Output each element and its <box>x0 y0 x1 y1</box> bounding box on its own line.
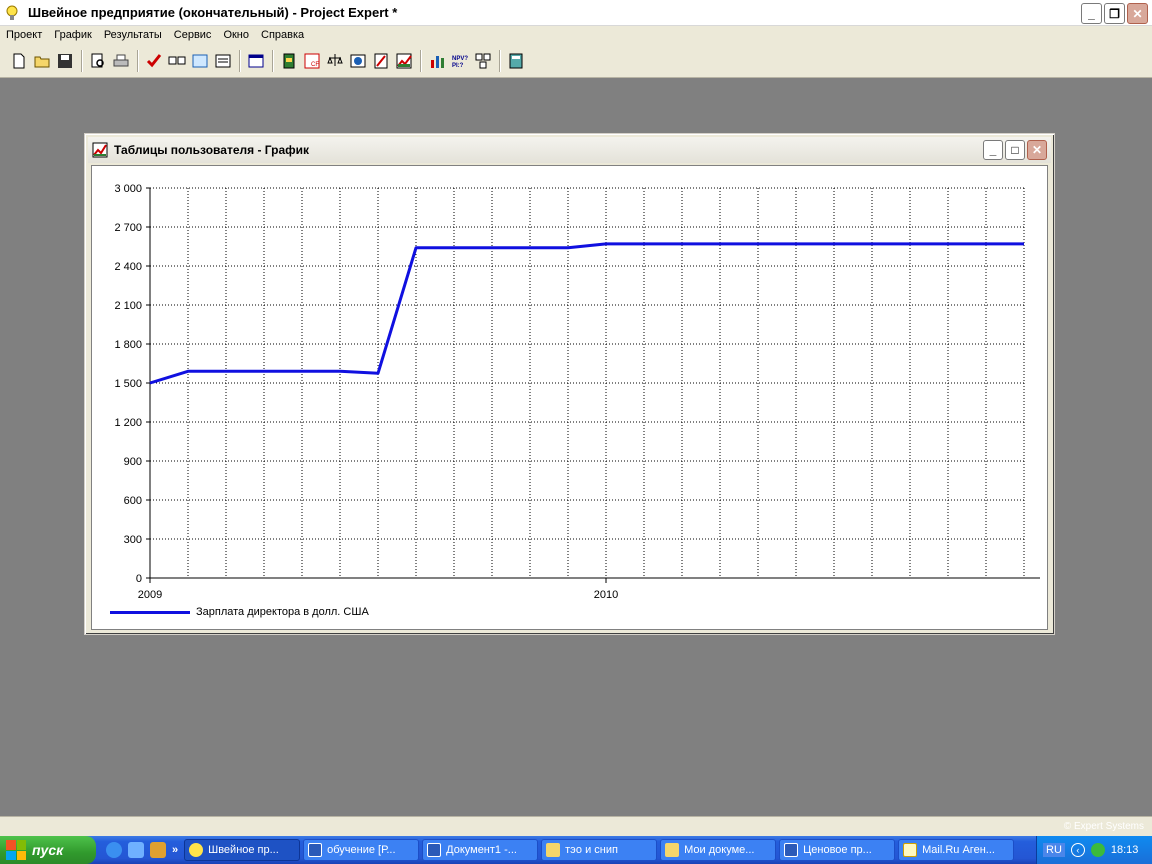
app-title-bar: Швейное предприятие (окончательный) - Pr… <box>0 0 1152 26</box>
windows-logo-icon <box>6 840 26 860</box>
system-tray: RU ‹ 18:13 <box>1036 836 1152 864</box>
legend-label: Зарплата директора в долл. США <box>196 606 369 618</box>
internet-explorer-icon[interactable] <box>106 842 122 858</box>
close-button[interactable]: ✕ <box>1127 3 1148 24</box>
task-word-pricing[interactable]: Ценовое пр... <box>779 839 896 861</box>
word-icon <box>427 843 442 857</box>
menu-results[interactable]: Результаты <box>98 29 168 41</box>
quick-launch-more-icon[interactable]: » <box>172 844 178 856</box>
task-word-training[interactable]: обучение [Р... <box>303 839 420 861</box>
chart-legend: Зарплата директора в долл. США <box>110 606 369 618</box>
y-tick-label: 2 400 <box>114 261 142 273</box>
line-chart: 3 000 2 700 2 400 2 100 1 800 1 500 1 200 900 60… <box>114 183 1040 601</box>
y-tick-label: 2 100 <box>114 300 142 312</box>
structure-icon[interactable] <box>472 50 494 72</box>
y-tick-label: 300 <box>124 534 142 546</box>
app-title: Швейное предприятие (окончательный) - Pr… <box>28 5 398 20</box>
folder-icon <box>665 843 680 857</box>
compare-icon[interactable] <box>166 50 188 72</box>
start-label: пуск <box>32 842 64 858</box>
save-icon[interactable] <box>54 50 76 72</box>
task-folder-teo[interactable]: тэо и снип <box>541 839 658 861</box>
lightbulb-icon <box>4 4 20 22</box>
status-bar: © Expert Systems <box>0 816 1152 836</box>
globe-icon[interactable] <box>347 50 369 72</box>
child-maximize-button[interactable]: □ <box>1005 140 1025 160</box>
minimize-button[interactable]: _ <box>1081 3 1102 24</box>
refresh-icon[interactable] <box>189 50 211 72</box>
check-icon[interactable] <box>143 50 165 72</box>
task-my-documents[interactable]: Мои докуме... <box>660 839 777 861</box>
chart-plot: 3 000 2 700 2 400 2 100 1 800 1 500 1 200 900 60… <box>91 165 1048 630</box>
svg-text:NPV?: NPV? <box>452 56 468 62</box>
quick-launch <box>106 842 166 858</box>
chart-icon[interactable] <box>393 50 415 72</box>
x-tick-label: 2009 <box>138 589 162 601</box>
print-icon[interactable] <box>110 50 132 72</box>
copyright-text: © Expert Systems <box>1063 821 1144 832</box>
y-tick-label: 1 200 <box>114 417 142 429</box>
network-icon[interactable] <box>1090 843 1105 857</box>
y-tick-label: 1 800 <box>114 339 142 351</box>
series-line <box>149 242 1024 385</box>
task-project-expert[interactable]: Швейное пр... <box>184 839 301 861</box>
word-icon <box>308 843 323 857</box>
mail-icon <box>903 843 918 857</box>
language-indicator[interactable]: RU <box>1043 843 1065 857</box>
y-tick-label: 2 700 <box>114 222 142 234</box>
chart-window-title: Таблицы пользователя - График <box>114 143 310 157</box>
y-tick-label: 3 000 <box>114 183 142 195</box>
task-mailru-agent[interactable]: Mail.Ru Аген... <box>898 839 1015 861</box>
book-icon[interactable] <box>278 50 300 72</box>
child-close-button[interactable]: ✕ <box>1027 140 1047 160</box>
cashflow-icon[interactable]: CF <box>301 50 323 72</box>
clock: 18:13 <box>1110 844 1139 856</box>
calculator-icon[interactable] <box>505 50 527 72</box>
start-button[interactable]: пуск <box>0 836 96 864</box>
taskbar: пуск » Швейное пр... обучение [Р... Доку… <box>0 836 1152 864</box>
x-tick-label: 2010 <box>594 589 618 601</box>
chart-window-title-bar[interactable]: Таблицы пользователя - График _ □ ✕ <box>88 137 1051 163</box>
lightbulb-icon <box>189 843 204 857</box>
menu-project[interactable]: Проект <box>0 29 48 41</box>
y-tick-label: 0 <box>136 573 142 585</box>
report-icon[interactable] <box>370 50 392 72</box>
npv-icon[interactable]: NPV? PI:? <box>449 50 471 72</box>
menu-service[interactable]: Сервис <box>168 29 218 41</box>
y-tick-label: 900 <box>124 456 142 468</box>
menu-bar: Проект График Результаты Сервис Окно Спр… <box>0 26 1152 44</box>
window-icon[interactable] <box>245 50 267 72</box>
menu-help[interactable]: Справка <box>255 29 310 41</box>
legend-swatch <box>110 610 190 614</box>
chart-icon <box>92 142 108 158</box>
restore-button[interactable]: ❐ <box>1104 3 1125 24</box>
browser-icon[interactable] <box>128 842 144 858</box>
y-tick-label: 1 500 <box>114 378 142 390</box>
list-icon[interactable] <box>212 50 234 72</box>
bar-chart-icon[interactable] <box>426 50 448 72</box>
balance-icon[interactable] <box>324 50 346 72</box>
task-word-document[interactable]: Документ1 -... <box>422 839 539 861</box>
menu-chart[interactable]: График <box>48 29 98 41</box>
y-tick-label: 600 <box>124 495 142 507</box>
folder-icon <box>546 843 561 857</box>
menu-window[interactable]: Окно <box>217 29 255 41</box>
shortcut-icon[interactable] <box>150 842 166 858</box>
svg-text:CF: CF <box>311 62 319 68</box>
open-folder-icon[interactable] <box>31 50 53 72</box>
tray-expand-icon[interactable]: ‹ <box>1070 843 1085 857</box>
print-preview-icon[interactable] <box>87 50 109 72</box>
toolbar: CF NPV? PI:? <box>0 44 1152 78</box>
svg-text:PI:?: PI:? <box>452 63 464 69</box>
new-file-icon[interactable] <box>8 50 30 72</box>
child-minimize-button[interactable]: _ <box>983 140 1003 160</box>
word-icon <box>784 843 799 857</box>
chart-window: Таблицы пользователя - График _ □ ✕ 3 00… <box>84 133 1055 635</box>
